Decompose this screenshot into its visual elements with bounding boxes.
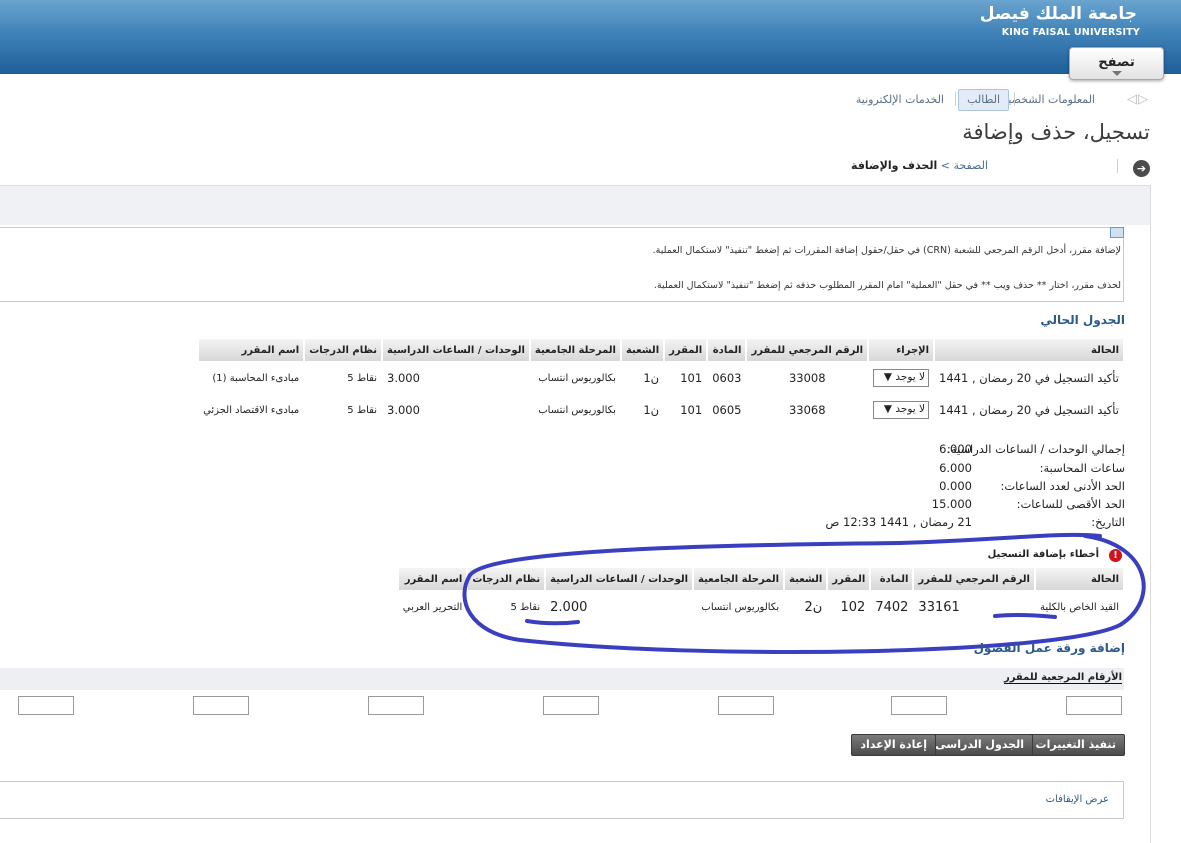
annotation-overlay [462, 532, 1146, 654]
submit-changes-button[interactable]: تنفيذ التغييرات [1026, 734, 1125, 756]
crn-input-7[interactable] [18, 696, 74, 715]
add-worksheet-title: إضافة ورقة عمل الفصول [973, 641, 1125, 655]
crn-input-1[interactable] [1066, 696, 1122, 715]
view-holds-link[interactable]: عرض الإيقافات [1046, 794, 1109, 805]
crn-header: الأرقام المرجعية للمقرر [1003, 672, 1122, 684]
crn-input-5[interactable] [368, 696, 424, 715]
reset-button[interactable]: إعادة الإعداد [851, 734, 936, 756]
crn-input-6[interactable] [193, 696, 249, 715]
annotation-underline-crn [993, 612, 1057, 619]
crn-input-4[interactable] [543, 696, 599, 715]
annotation-underline-title [525, 619, 580, 626]
crn-input-2[interactable] [891, 696, 947, 715]
class-schedule-button[interactable]: الجدول الدراسى [926, 734, 1033, 756]
annotation-circle [462, 532, 1146, 654]
crn-input-3[interactable] [718, 696, 774, 715]
holds-box [0, 781, 1124, 819]
crn-header-bar [0, 668, 1124, 690]
